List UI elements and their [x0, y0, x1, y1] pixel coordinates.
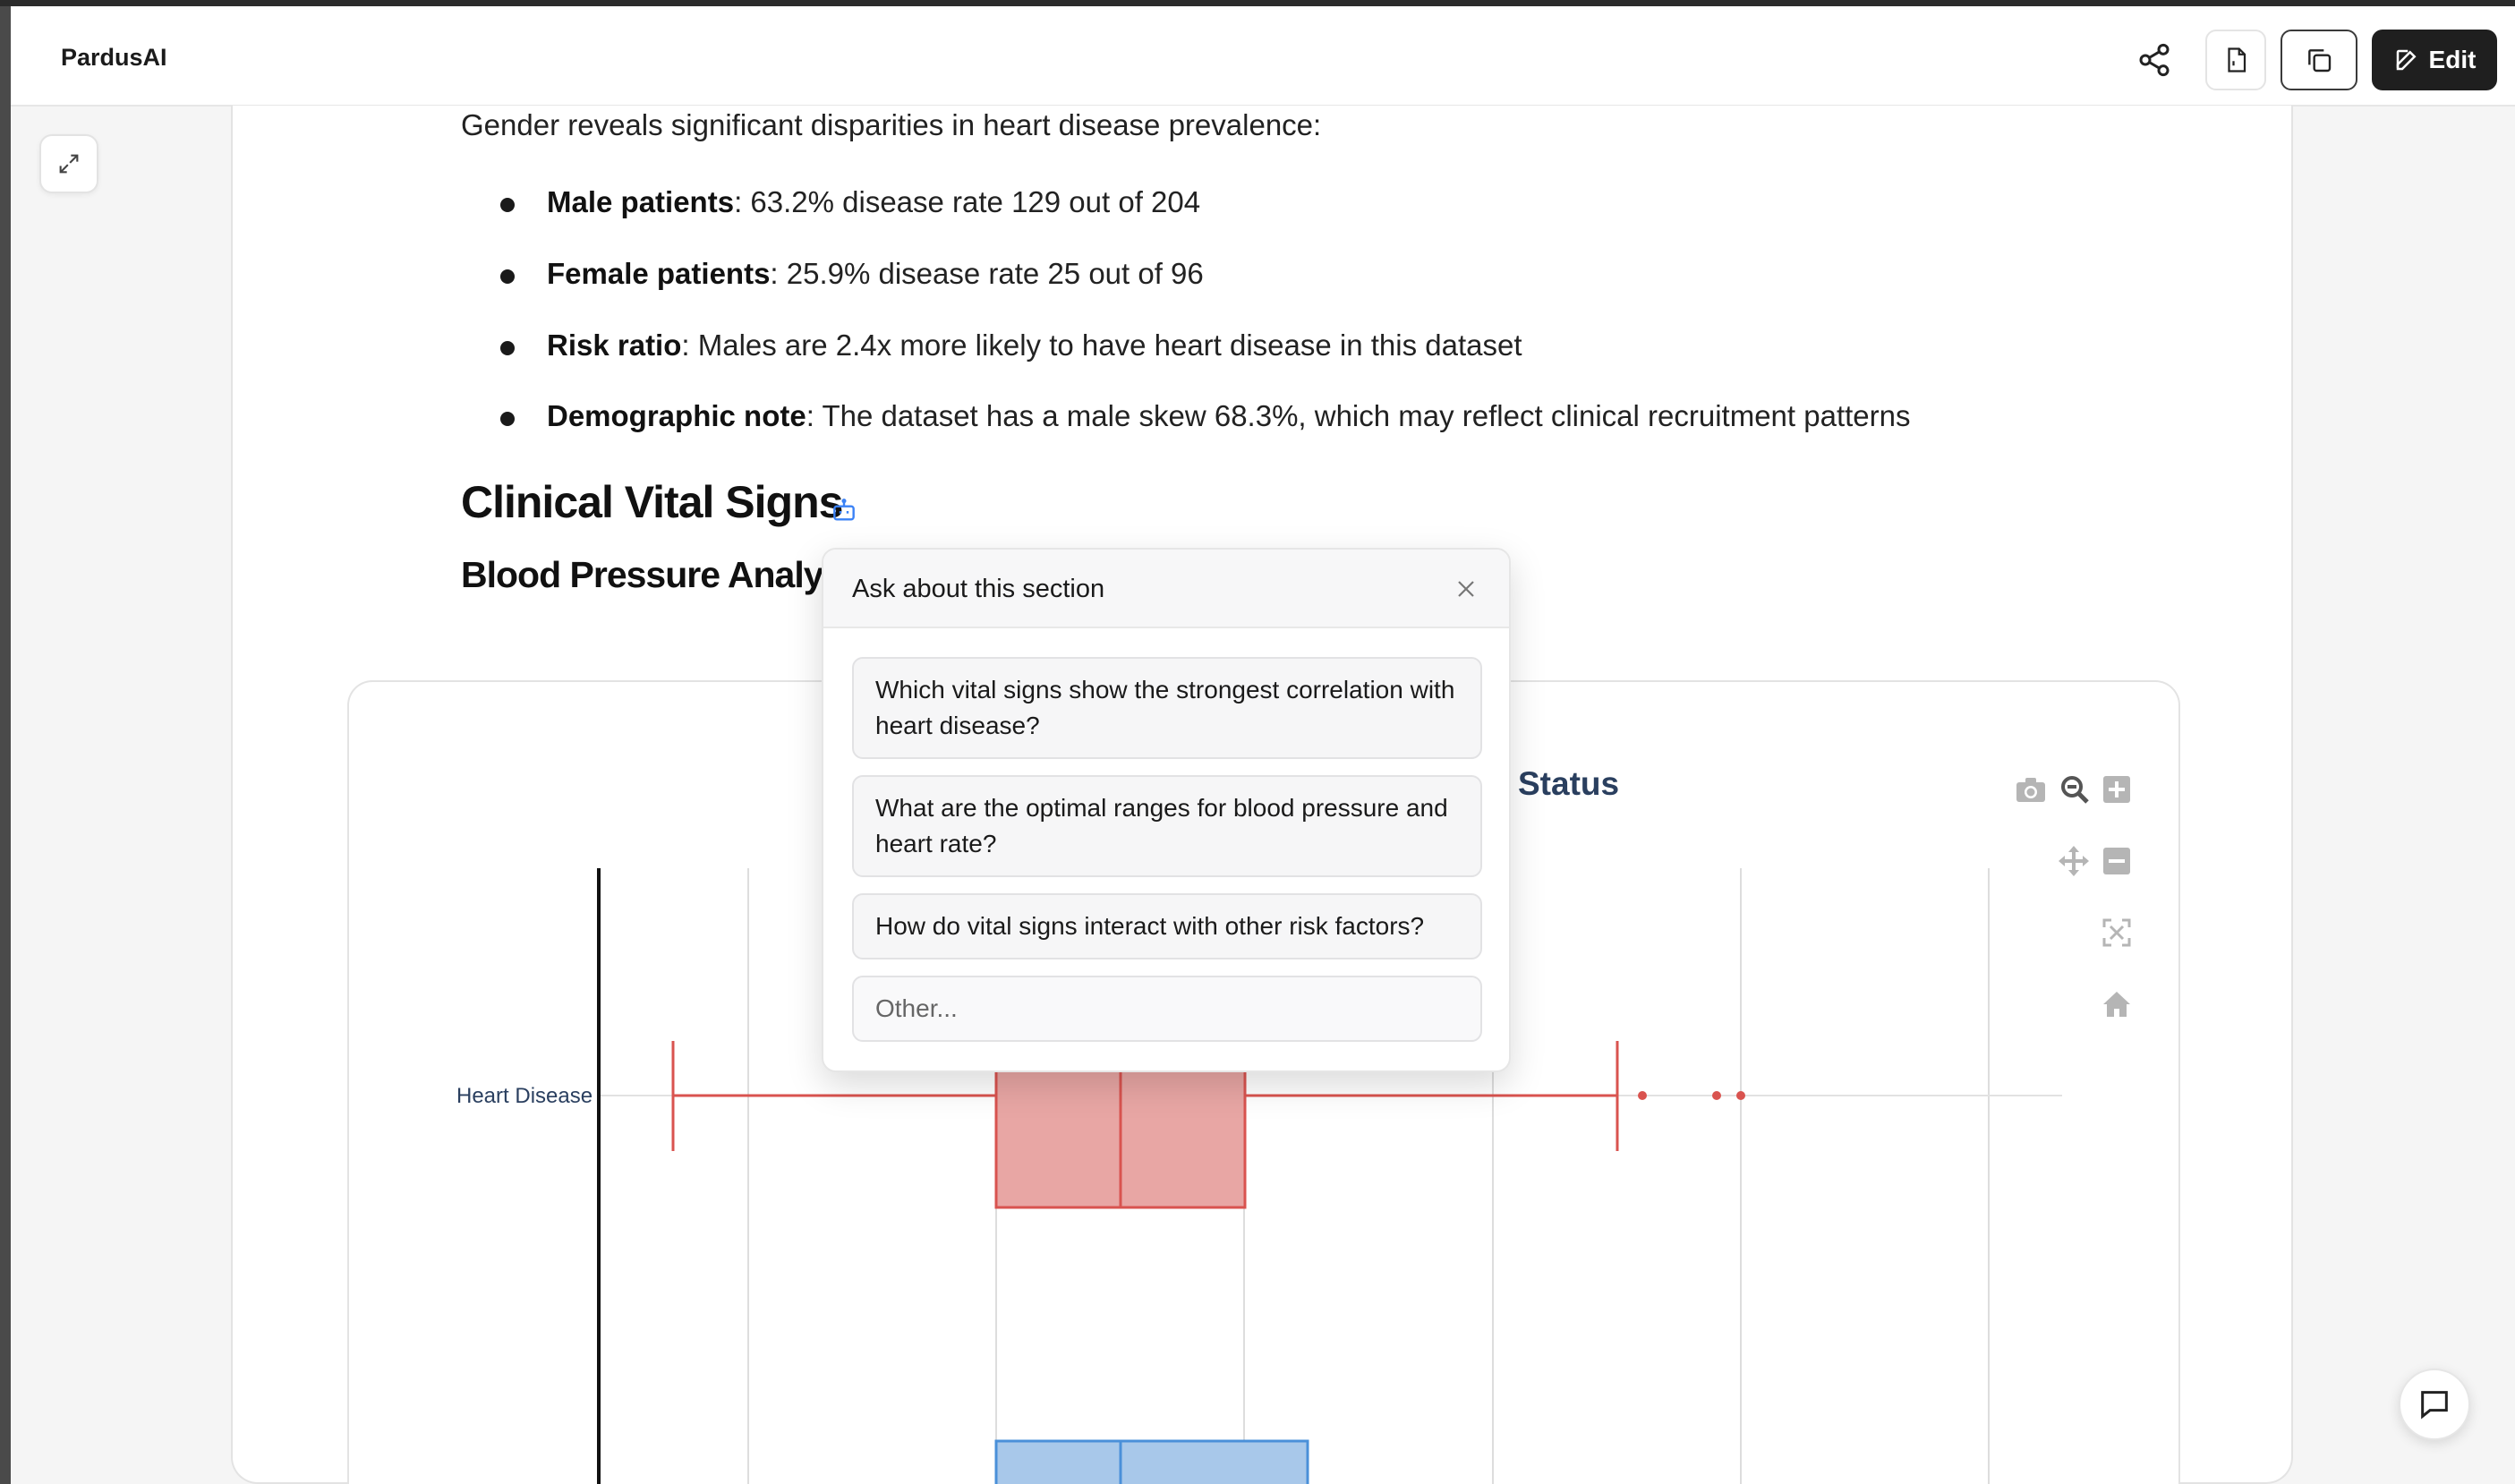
iqr-box: [994, 1439, 1309, 1484]
no-disease-box[interactable]: [994, 1439, 1309, 1484]
outlier-point: [1712, 1091, 1721, 1100]
zoom-out-icon[interactable]: [2103, 848, 2130, 874]
reset-home-icon[interactable]: [2103, 992, 2130, 1017]
chat-button[interactable]: [2399, 1369, 2470, 1440]
y-tick-label: Heart Disease: [456, 1084, 593, 1108]
outlier-point: [1736, 1091, 1745, 1100]
close-button[interactable]: [1450, 573, 1482, 605]
ask-section-popup: Ask about this section Which vital signs…: [822, 548, 1511, 1072]
camera-icon[interactable]: [2016, 778, 2045, 802]
other-question-input[interactable]: Other...: [852, 976, 1482, 1042]
suggestion-button[interactable]: What are the optimal ranges for blood pr…: [852, 775, 1482, 877]
popup-header: Ask about this section: [823, 550, 1509, 628]
suggestion-button[interactable]: How do vital signs interact with other r…: [852, 893, 1482, 959]
popup-title: Ask about this section: [852, 575, 1105, 603]
suggestion-button[interactable]: Which vital signs show the strongest cor…: [852, 657, 1482, 759]
autoscale-icon[interactable]: [2102, 918, 2131, 947]
outlier-point: [1638, 1091, 1647, 1100]
pan-icon[interactable]: [2059, 846, 2089, 876]
close-icon: [1458, 581, 1474, 597]
zoom-icon[interactable]: [2061, 776, 2089, 804]
chat-icon: [2421, 1391, 2448, 1420]
zoom-in-icon[interactable]: [2103, 776, 2130, 803]
